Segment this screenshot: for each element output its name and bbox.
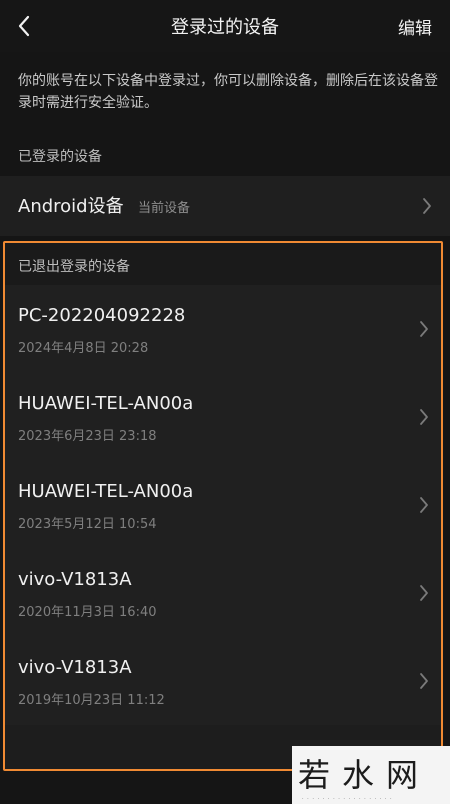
chevron-right-icon [420, 585, 428, 601]
top-bar: 登录过的设备 编辑 [0, 0, 450, 52]
device-login-time: 2019年10月23日 11:12 [18, 693, 165, 708]
current-device-name: Android设备 [18, 196, 124, 217]
chevron-right-icon [420, 321, 428, 337]
edit-button[interactable]: 编辑 [398, 14, 432, 39]
device-login-time: 2020年11月3日 16:40 [18, 605, 157, 620]
device-name: vivo-V1813A [18, 569, 132, 590]
device-name: PC-202204092228 [18, 305, 186, 326]
device-list-item[interactable]: HUAWEI-TEL-AN00a 2023年6月23日 23:18 [5, 373, 441, 461]
description-text: 你的账号在以下设备中登录过，你可以删除设备，删除后在该设备登录时需进行安全验证。 [18, 73, 438, 111]
device-login-time: 2024年4月8日 20:28 [18, 341, 149, 356]
chevron-right-icon [420, 673, 428, 689]
device-name: vivo-V1813A [18, 657, 132, 678]
chevron-right-icon [420, 409, 428, 425]
device-list-item[interactable]: PC-202204092228 2024年4月8日 20:28 [5, 285, 441, 373]
device-login-time: 2023年5月12日 10:54 [18, 517, 157, 532]
device-list-item[interactable]: HUAWEI-TEL-AN00a 2023年5月12日 10:54 [5, 461, 441, 549]
device-name: HUAWEI-TEL-AN00a [18, 393, 194, 414]
watermark-text: 若水网 [298, 756, 431, 794]
logged-out-device-list: PC-202204092228 2024年4月8日 20:28 HUAWEI-T… [5, 285, 441, 725]
device-list-item[interactable]: vivo-V1813A 2019年10月23日 11:12 [5, 637, 441, 725]
page-title: 登录过的设备 [171, 17, 279, 38]
device-list-item[interactable]: vivo-V1813A 2020年11月3日 16:40 [5, 549, 441, 637]
current-device-row[interactable]: Android设备 当前设备 [0, 176, 450, 236]
watermark: 若水网 · · · · · · · · · · · · · · · · · · [292, 746, 450, 804]
logged-out-section-header: 已退出登录的设备 [5, 243, 441, 285]
current-device-tag: 当前设备 [138, 201, 191, 216]
logged-out-devices-label: 已退出登录的设备 [18, 259, 130, 275]
chevron-right-icon [420, 497, 428, 513]
watermark-subtext: · · · · · · · · · · · · · · · · · · [302, 796, 393, 802]
chevron-right-icon [423, 198, 431, 214]
current-devices-label: 已登录的设备 [18, 149, 102, 165]
device-login-time: 2023年6月23日 23:18 [18, 429, 157, 444]
device-name: HUAWEI-TEL-AN00a [18, 481, 194, 502]
